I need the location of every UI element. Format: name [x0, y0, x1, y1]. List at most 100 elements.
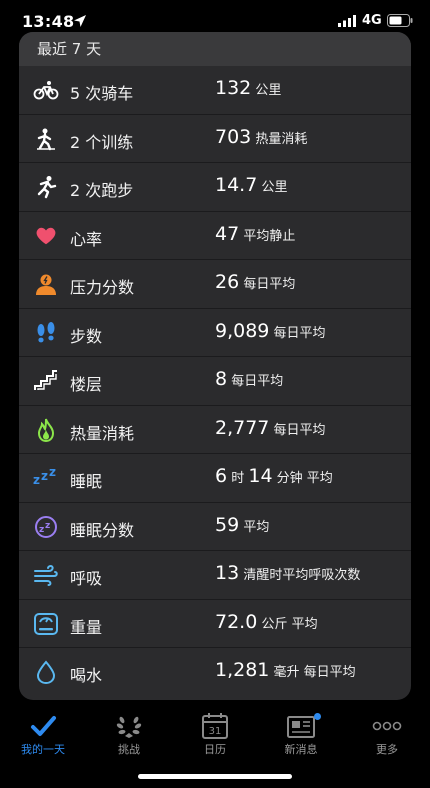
tab-calendar[interactable]: 31 日历	[172, 706, 258, 766]
stat-row-bike[interactable]: 5 次骑车 132 公里	[19, 66, 411, 115]
status-time: 13:48	[22, 12, 75, 31]
tab-label: 挑战	[118, 743, 140, 756]
training-icon	[33, 127, 59, 151]
stat-unit: 公斤 平均	[257, 616, 318, 632]
battery-icon	[387, 14, 413, 27]
stat-label: 睡眠分数	[70, 520, 135, 540]
stat-unit: 每日平均	[239, 277, 296, 292]
stat-label: 压力分数	[70, 278, 135, 297]
running-icon	[33, 175, 59, 199]
stat-value: 9,089 每日平均	[215, 320, 326, 342]
stat-unit: 分钟 平均	[272, 471, 333, 486]
laurel-icon	[116, 716, 142, 738]
tab-label: 新消息	[284, 743, 318, 756]
tab-challenges[interactable]: 挑战	[86, 706, 172, 766]
stat-row-running[interactable]: 2 次跑步 14.7 公里	[19, 163, 411, 212]
stat-row-sleep-score[interactable]: z z 睡眠分数 59 平均	[19, 503, 411, 551]
stairs-icon	[33, 369, 59, 393]
stat-number: 6	[215, 465, 228, 487]
stat-value: 8 每日平均	[215, 368, 283, 390]
stat-label: 呼吸	[70, 569, 103, 588]
steps-icon	[33, 321, 59, 345]
stat-number: 47	[215, 222, 240, 245]
stat-row-breath[interactable]: 呼吸 13 清醒时平均呼吸次数	[19, 551, 411, 600]
stat-label: 步数	[70, 326, 103, 346]
stat-value: 59 平均	[215, 514, 269, 536]
checkmark-icon	[31, 716, 56, 736]
stat-row-stress[interactable]: 压力分数 26 每日平均	[19, 260, 411, 309]
stat-label: 睡眠	[70, 472, 103, 491]
stat-unit: 毫升 每日平均	[269, 665, 356, 680]
stat-label: 5 次骑车	[70, 84, 134, 103]
water-icon	[33, 660, 59, 684]
stat-label: 喝水	[70, 666, 103, 685]
stat-value: 72.0 公斤 平均	[215, 611, 318, 633]
stat-row-sleep[interactable]: z z z 睡眠 6 时 14 分钟 平均	[19, 454, 411, 503]
tab-label: 日历	[204, 743, 226, 756]
stat-label: 热量消耗	[70, 423, 135, 443]
stat-row-steps[interactable]: 步数 9,089 每日平均	[19, 309, 411, 357]
stat-value: 2,777 每日平均	[215, 417, 326, 439]
stat-row-flame[interactable]: 热量消耗 2,777 每日平均	[19, 406, 411, 454]
stat-row-training[interactable]: 2 个训练 703 热量消耗	[19, 115, 411, 163]
stat-unit: 平均静止	[239, 228, 296, 244]
tab-news[interactable]: 新消息	[258, 706, 344, 766]
stat-unit: 清醒时平均呼吸次数	[239, 568, 361, 583]
stat-label: 楼层	[70, 375, 103, 394]
stat-label: 重量	[70, 617, 103, 637]
svg-text:z: z	[33, 473, 40, 487]
newspaper-icon	[287, 716, 315, 738]
sleep-score-icon: zz	[33, 515, 59, 539]
stat-row-water[interactable]: 喝水 1,281 毫升 每日平均	[19, 648, 411, 697]
stat-number: 14.7	[215, 174, 258, 196]
stat-number: 14	[248, 465, 273, 487]
news-badge-dot	[314, 713, 321, 720]
svg-text:z: z	[45, 521, 50, 531]
svg-text:z: z	[41, 469, 48, 483]
stat-value: 1,281 毫升 每日平均	[215, 659, 356, 681]
stat-value: 6 时 14 分钟 平均	[215, 465, 333, 487]
stat-unit: 每日平均	[227, 374, 284, 389]
calendar-day: 31	[209, 726, 222, 737]
heart-icon	[33, 224, 59, 248]
stat-value: 13 清醒时平均呼吸次数	[215, 562, 360, 584]
stat-number: 13	[215, 562, 240, 584]
stat-number: 26	[215, 271, 240, 293]
stat-value: 132 公里	[215, 77, 281, 99]
stat-row-weight[interactable]: 重量 72.0 公斤 平均	[19, 600, 411, 648]
stats-list: 5 次骑车 132 公里 2 个训练 703 热量消耗 2 次跑步 14.7 公里心率 47…	[19, 66, 411, 697]
stat-number: 703	[215, 125, 252, 148]
tab-bar: 我的一天 挑战 31 日历 新消息 更多	[0, 706, 430, 766]
tab-more[interactable]: 更多	[344, 706, 430, 766]
tab-my-day[interactable]: 我的一天	[0, 706, 86, 766]
breath-icon	[33, 563, 59, 587]
stat-unit: 每日平均	[269, 325, 326, 341]
svg-text:z: z	[49, 466, 56, 479]
stat-unit: 每日平均	[269, 422, 326, 438]
stat-row-heart[interactable]: 心率 47 平均静止	[19, 212, 411, 260]
svg-text:z: z	[39, 525, 44, 535]
stat-unit: 平均	[239, 519, 270, 535]
stat-value: 26 每日平均	[215, 271, 295, 293]
stat-number: 9,089	[215, 319, 270, 342]
tab-label: 更多	[376, 743, 398, 756]
more-icon	[372, 721, 402, 731]
stat-number: 2,777	[215, 416, 270, 439]
network-type: 4G	[362, 13, 382, 28]
card-title: 最近 7 天	[19, 32, 411, 66]
home-indicator[interactable]	[138, 774, 292, 779]
stat-value: 703 热量消耗	[215, 126, 307, 148]
stress-icon	[33, 272, 59, 296]
stat-value: 47 平均静止	[215, 223, 295, 245]
stat-number: 72.0	[215, 610, 258, 633]
stat-number: 1,281	[215, 659, 270, 681]
flame-icon	[33, 418, 59, 442]
stat-label: 心率	[70, 229, 103, 249]
stat-number: 59	[215, 513, 240, 536]
last-7-days-card: 最近 7 天 5 次骑车 132 公里 2 个训练 703 热量消耗 2 次跑步 14.7…	[19, 32, 411, 700]
stat-label: 2 个训练	[70, 132, 134, 152]
weight-icon	[33, 612, 59, 636]
stat-number: 8	[215, 368, 228, 390]
stat-row-stairs[interactable]: 楼层 8 每日平均	[19, 357, 411, 406]
sleep-icon: zzz	[33, 466, 59, 490]
